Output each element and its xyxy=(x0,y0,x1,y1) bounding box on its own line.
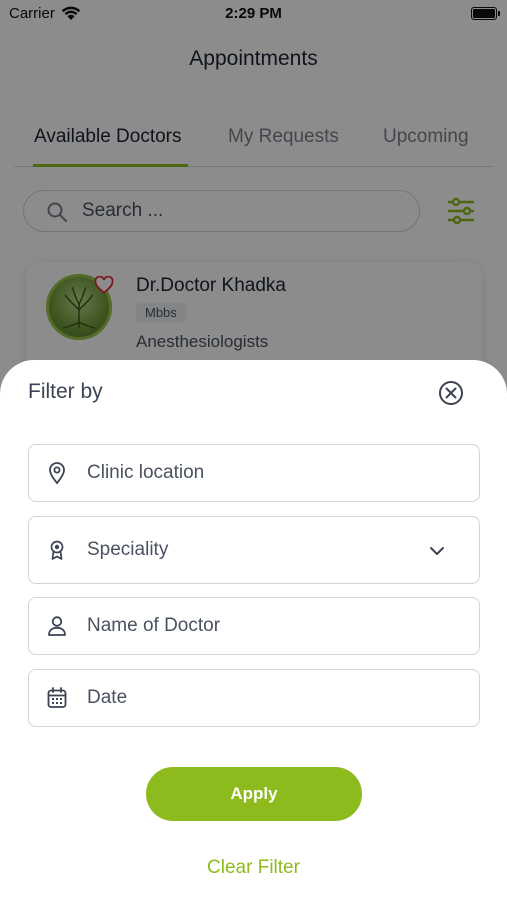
date-label: Date xyxy=(87,687,128,708)
calendar-icon xyxy=(47,687,67,708)
user-icon xyxy=(48,616,66,636)
speciality-dropdown[interactable]: Speciality xyxy=(28,516,480,584)
doctor-name-label: Name of Doctor xyxy=(87,615,221,636)
close-icon[interactable] xyxy=(437,379,465,407)
apply-button[interactable]: Apply xyxy=(146,767,362,821)
chevron-down-icon xyxy=(430,547,444,555)
doctor-name-field[interactable]: Name of Doctor xyxy=(28,597,480,655)
date-field[interactable]: Date xyxy=(28,669,480,727)
award-badge-icon xyxy=(50,540,64,560)
clinic-location-label: Clinic location xyxy=(87,462,205,483)
clinic-location-field[interactable]: Clinic location xyxy=(28,444,480,502)
filter-sheet-title: Filter by xyxy=(28,380,103,403)
location-pin-icon xyxy=(49,462,65,485)
speciality-label: Speciality xyxy=(87,539,169,560)
clear-filter-button[interactable]: Clear Filter xyxy=(0,857,507,879)
filter-bottom-sheet: Filter by Clinic location Speciality Nam… xyxy=(0,360,507,900)
